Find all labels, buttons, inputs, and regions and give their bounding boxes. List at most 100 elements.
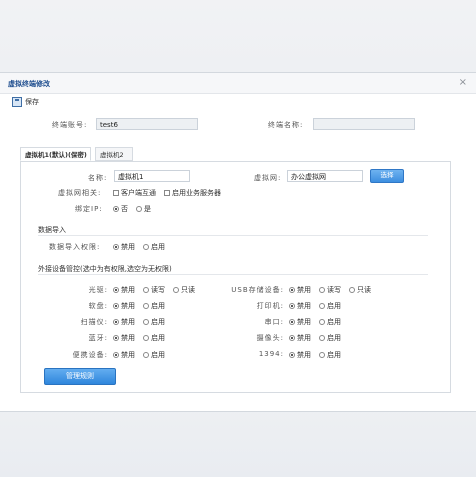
device-options: 禁用 启用 [289,301,346,311]
device-option[interactable]: 启用 [319,301,341,311]
device-option-radio[interactable] [319,287,325,293]
device-option-label: 禁用 [121,318,135,326]
bind-ip-yes[interactable]: 是 [136,204,151,214]
device-option[interactable]: 启用 [143,333,165,343]
device-label: USB存储设备: [231,286,284,294]
device-option-radio[interactable] [143,319,149,325]
device-option-label: 启用 [151,302,165,310]
manage-rules-button[interactable]: 管理规则 [44,368,116,385]
device-option[interactable]: 启用 [319,333,341,343]
device-option[interactable]: 启用 [143,301,165,311]
device-option-radio[interactable] [173,287,179,293]
device-option[interactable]: 禁用 [289,350,311,360]
device-option[interactable]: 只读 [173,285,195,295]
terminal-name-field[interactable] [313,118,415,130]
bind-ip-options: 否 是 [113,204,156,214]
device-option-radio[interactable] [289,352,295,358]
network-related-label: 虚拟网相关: [58,189,102,197]
device-label: 扫描仪: [80,318,108,326]
device-option-label: 只读 [181,286,195,294]
device-label: 便携设备: [72,351,108,359]
device-option[interactable]: 禁用 [113,350,135,360]
device-option[interactable]: 禁用 [113,301,135,311]
device-option[interactable]: 启用 [143,350,165,360]
data-import-enable-radio[interactable] [143,244,149,250]
save-button[interactable]: 保存 [12,97,39,107]
device-option-label: 禁用 [121,351,135,359]
bind-ip-no[interactable]: 否 [113,204,128,214]
device-option-radio[interactable] [319,303,325,309]
device-option[interactable]: 启用 [143,317,165,327]
bind-ip-yes-radio[interactable] [136,206,142,212]
device-label: 蓝牙: [88,334,108,342]
device-option[interactable]: 禁用 [289,285,311,295]
close-icon[interactable]: × [459,77,467,88]
device-option[interactable]: 启用 [319,317,341,327]
device-option-radio[interactable] [143,287,149,293]
tab-vm2[interactable]: 虚拟机2 [95,147,133,161]
device-option-radio[interactable] [113,287,119,293]
vm-name-field[interactable]: 虚拟机1 [114,170,190,182]
device-option-radio[interactable] [113,352,119,358]
device-option-radio[interactable] [143,352,149,358]
device-option-label: 禁用 [297,351,311,359]
device-option[interactable]: 禁用 [113,285,135,295]
device-option-radio[interactable] [319,319,325,325]
client-interop-option[interactable]: 客户端互通 [113,188,156,198]
device-option-radio[interactable] [143,303,149,309]
business-server-checkbox[interactable] [164,190,170,196]
device-option[interactable]: 只读 [349,285,371,295]
device-label: 1394: [258,350,284,358]
device-option-radio[interactable] [143,335,149,341]
device-options: 禁用 启用 [113,333,170,343]
device-option-label: 禁用 [297,286,311,294]
bind-ip-no-radio[interactable] [113,206,119,212]
device-option-radio[interactable] [289,287,295,293]
device-option-label: 启用 [327,334,341,342]
data-import-enable[interactable]: 启用 [143,242,165,252]
device-option-label: 启用 [151,318,165,326]
client-interop-checkbox[interactable] [113,190,119,196]
dialog-title: 虚拟终端修改 [8,80,50,88]
data-import-perm-label: 数据导入权限: [49,243,101,251]
data-import-enable-label: 启用 [151,243,165,251]
device-option-radio[interactable] [289,319,295,325]
vm-network-field[interactable]: 办公虚拟网 [287,170,363,182]
bind-ip-label: 绑定IP: [75,205,103,213]
device-option[interactable]: 禁用 [289,301,311,311]
terminal-name-label: 终端名称: [268,121,304,129]
data-import-disable[interactable]: 禁用 [113,242,135,252]
device-option[interactable]: 禁用 [113,317,135,327]
save-icon [12,97,22,107]
device-option[interactable]: 读写 [143,285,165,295]
device-option-label: 启用 [151,351,165,359]
save-label: 保存 [25,98,39,106]
tab-vm1[interactable]: 虚拟机1(默认)(保密) [20,147,91,161]
account-field[interactable]: test6 [96,118,198,130]
device-option-radio[interactable] [319,335,325,341]
device-option[interactable]: 禁用 [113,333,135,343]
device-option-label: 禁用 [121,302,135,310]
device-option-label: 禁用 [297,302,311,310]
device-option-radio[interactable] [113,303,119,309]
vm-name-label: 名称: [88,174,108,182]
device-option-radio[interactable] [349,287,355,293]
device-option-radio[interactable] [289,303,295,309]
business-server-label: 启用业务服务器 [172,189,221,197]
device-option-radio[interactable] [289,335,295,341]
client-interop-label: 客户端互通 [121,189,156,197]
device-option-radio[interactable] [113,335,119,341]
data-import-disable-radio[interactable] [113,244,119,250]
device-option[interactable]: 读写 [319,285,341,295]
device-option-label: 只读 [357,286,371,294]
device-option[interactable]: 禁用 [289,333,311,343]
business-server-option[interactable]: 启用业务服务器 [164,188,221,198]
device-option[interactable]: 启用 [319,350,341,360]
device-option-radio[interactable] [113,319,119,325]
device-option-label: 启用 [327,302,341,310]
device-option[interactable]: 禁用 [289,317,311,327]
device-control-section-title: 外接设备管控(选中为有权限,选空为无权限) [38,265,172,273]
device-option-radio[interactable] [319,352,325,358]
select-network-button[interactable]: 选择 [370,169,404,183]
vm-network-label: 虚拟网: [254,174,282,182]
